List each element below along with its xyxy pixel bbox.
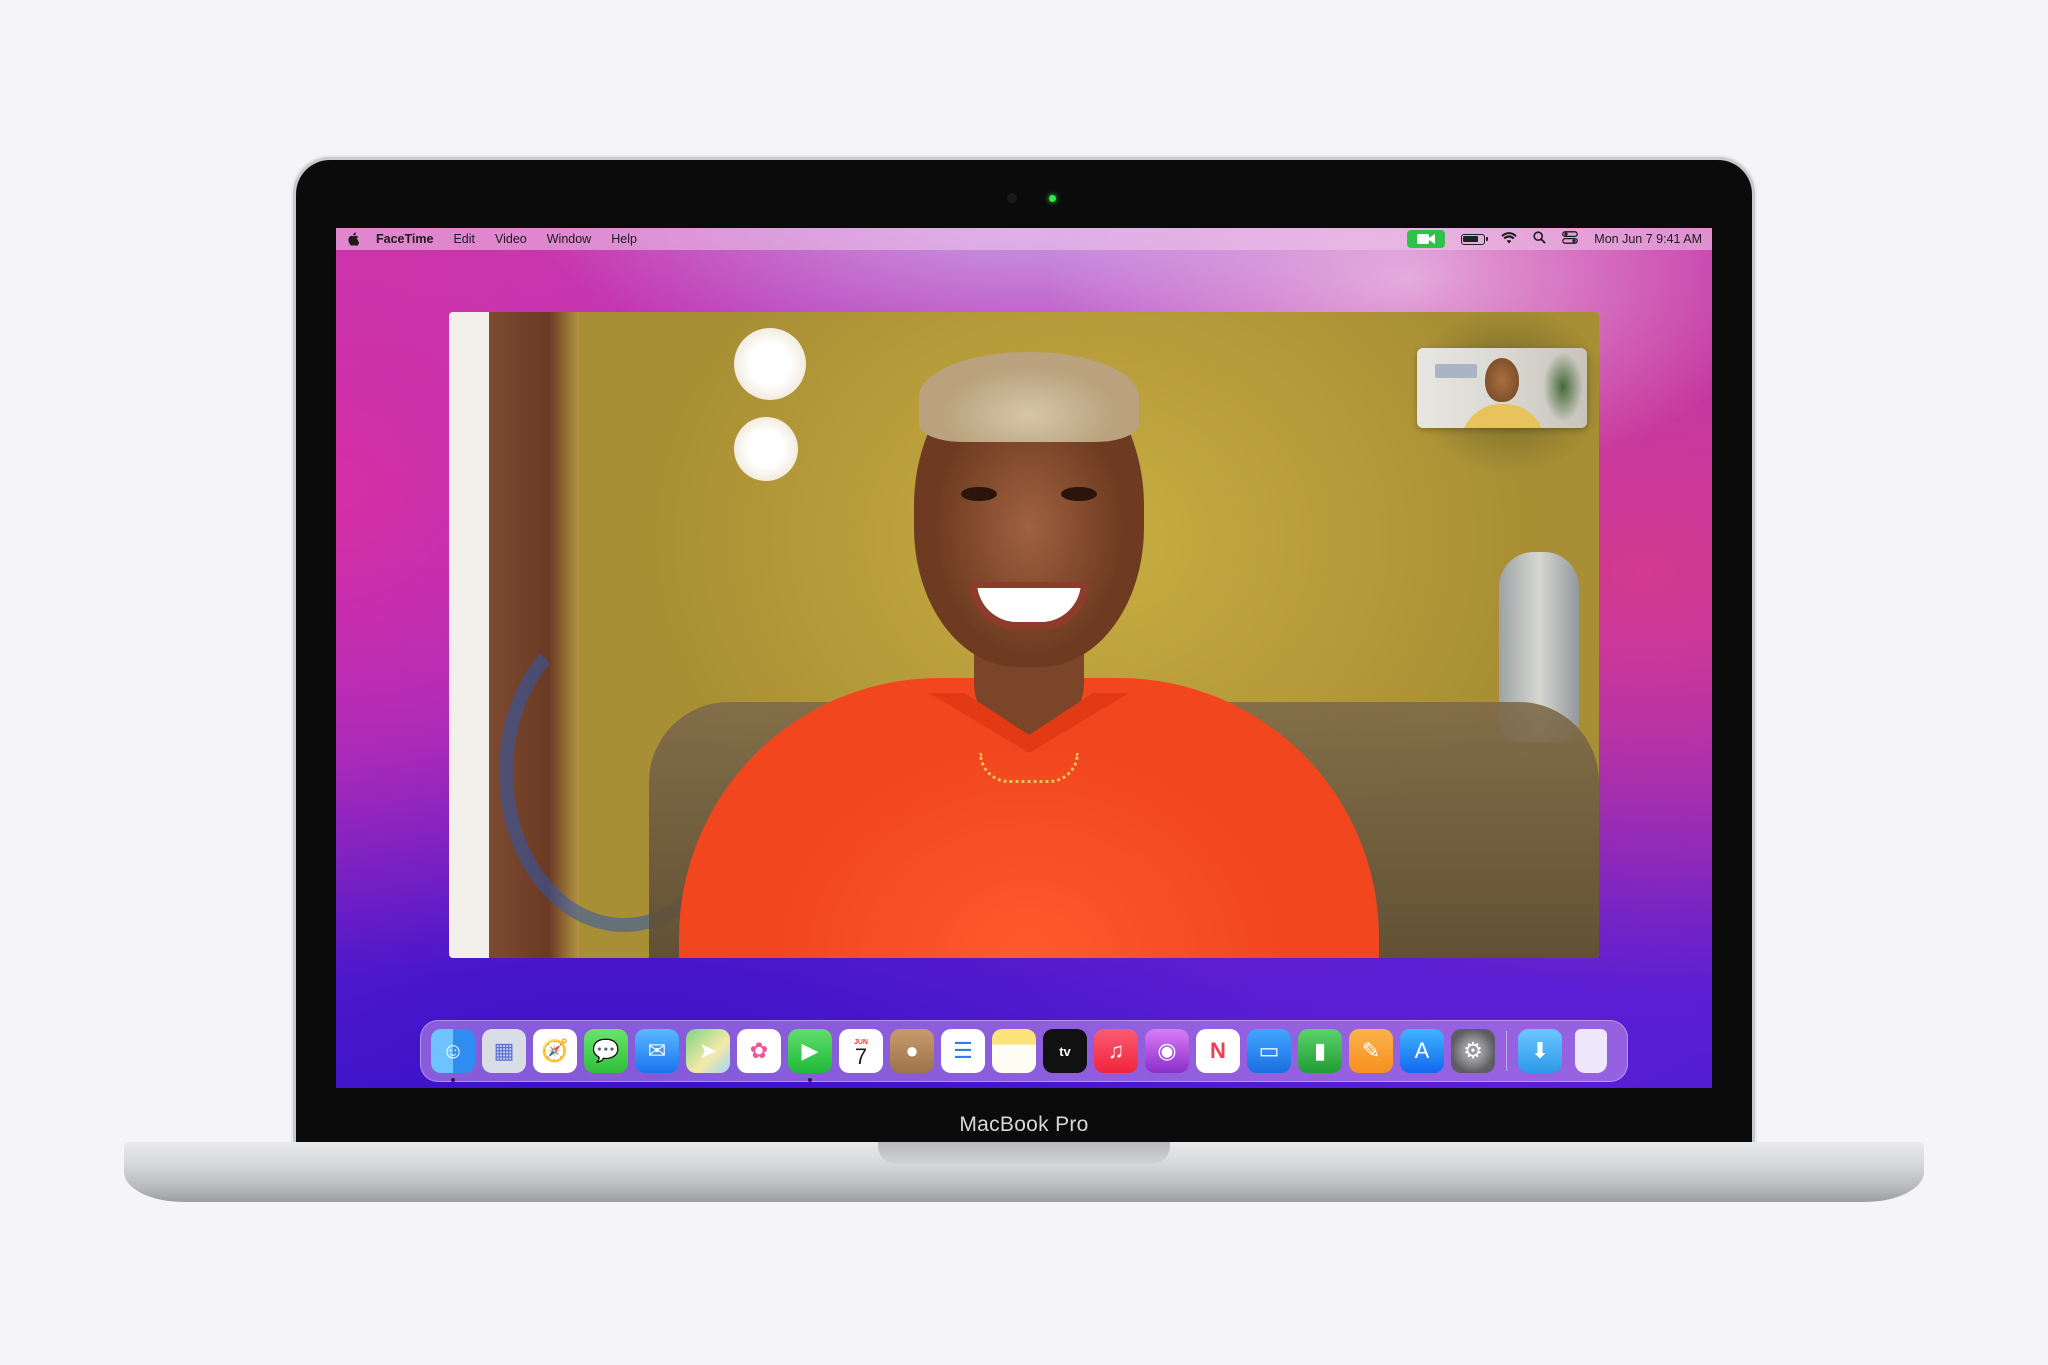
app-store-icon: A	[1400, 1029, 1444, 1073]
dock: ☺ ▦ 🧭 💬 ✉ ➤ ✿ ▶ JUN 7 ● ☰ tv ♫ ◉ N ▭ ▮ ✎ A ⚙ ⬇	[420, 1020, 1628, 1082]
battery-icon[interactable]	[1461, 233, 1489, 245]
dock-item-launchpad[interactable]: ▦	[482, 1029, 526, 1073]
dock-item-pages[interactable]: ✎	[1349, 1029, 1393, 1073]
facetime-video-window[interactable]	[449, 312, 1599, 958]
dock-item-trash[interactable]	[1569, 1029, 1613, 1073]
dock-item-facetime[interactable]: ▶	[788, 1029, 832, 1082]
downloads-icon: ⬇	[1518, 1029, 1562, 1073]
dock-item-finder[interactable]: ☺	[431, 1029, 475, 1082]
device-label: MacBook Pro	[959, 1113, 1089, 1136]
keynote-icon: ▭	[1247, 1029, 1291, 1073]
tv-icon: tv	[1043, 1029, 1087, 1073]
control-center-icon[interactable]	[1562, 231, 1579, 247]
self-view-video[interactable]	[1417, 348, 1587, 428]
music-icon: ♫	[1094, 1029, 1138, 1073]
mail-icon: ✉	[635, 1029, 679, 1073]
pages-icon: ✎	[1349, 1029, 1393, 1073]
facetime-camera-indicator-icon[interactable]	[1407, 230, 1446, 248]
dock-item-reminders[interactable]: ☰	[941, 1029, 985, 1073]
menu-window[interactable]: Window	[547, 232, 591, 246]
dock-item-keynote[interactable]: ▭	[1247, 1029, 1291, 1073]
laptop-opening-notch	[878, 1142, 1170, 1164]
menu-bar-clock[interactable]: Mon Jun 7 9:41 AM	[1594, 232, 1702, 246]
apple-menu-icon[interactable]	[346, 232, 360, 246]
running-indicator	[451, 1078, 455, 1082]
maps-icon: ➤	[686, 1029, 730, 1073]
dock-item-downloads[interactable]: ⬇	[1518, 1029, 1562, 1073]
dock-item-notes[interactable]	[992, 1029, 1036, 1073]
camera-indicator-light	[1049, 195, 1056, 202]
dock-separator	[1506, 1031, 1507, 1071]
running-indicator	[808, 1078, 812, 1082]
system-preferences-icon: ⚙	[1451, 1029, 1495, 1073]
menu-video[interactable]: Video	[495, 232, 527, 246]
screen: FaceTime Edit Video Window Help Mon Jun …	[336, 228, 1712, 1088]
dock-item-podcasts[interactable]: ◉	[1145, 1029, 1189, 1073]
safari-icon: 🧭	[533, 1029, 577, 1073]
dock-item-app-store[interactable]: A	[1400, 1029, 1444, 1073]
photos-icon: ✿	[737, 1029, 781, 1073]
dock-item-system-preferences[interactable]: ⚙	[1451, 1029, 1495, 1073]
messages-icon: 💬	[584, 1029, 628, 1073]
dock-item-mail[interactable]: ✉	[635, 1029, 679, 1073]
menu-edit[interactable]: Edit	[453, 232, 475, 246]
dock-item-photos[interactable]: ✿	[737, 1029, 781, 1073]
dock-item-safari[interactable]: 🧭	[533, 1029, 577, 1073]
menu-app-name[interactable]: FaceTime	[376, 232, 433, 246]
wifi-icon[interactable]	[1501, 231, 1517, 247]
dock-item-messages[interactable]: 💬	[584, 1029, 628, 1073]
remote-participant-video	[679, 352, 1379, 958]
dock-item-tv[interactable]: tv	[1043, 1029, 1087, 1073]
dock-item-contacts[interactable]: ●	[890, 1029, 934, 1073]
menu-help[interactable]: Help	[611, 232, 637, 246]
dock-item-music[interactable]: ♫	[1094, 1029, 1138, 1073]
menu-bar: FaceTime Edit Video Window Help Mon Jun …	[336, 228, 1712, 250]
facetime-icon: ▶	[788, 1029, 832, 1073]
spotlight-search-icon[interactable]	[1533, 231, 1546, 247]
news-icon: N	[1196, 1029, 1240, 1073]
calendar-icon: JUN 7	[839, 1029, 883, 1073]
status-area: Mon Jun 7 9:41 AM	[1407, 230, 1702, 248]
reminders-icon: ☰	[941, 1029, 985, 1073]
notes-icon	[992, 1029, 1036, 1073]
contacts-icon: ●	[890, 1029, 934, 1073]
launchpad-icon: ▦	[482, 1029, 526, 1073]
dock-item-maps[interactable]: ➤	[686, 1029, 730, 1073]
dock-item-numbers[interactable]: ▮	[1298, 1029, 1342, 1073]
dock-item-news[interactable]: N	[1196, 1029, 1240, 1073]
podcasts-icon: ◉	[1145, 1029, 1189, 1073]
dock-item-calendar[interactable]: JUN 7	[839, 1029, 883, 1073]
numbers-icon: ▮	[1298, 1029, 1342, 1073]
camera	[1007, 193, 1017, 203]
finder-icon: ☺	[431, 1029, 475, 1073]
trash-icon	[1575, 1029, 1607, 1073]
